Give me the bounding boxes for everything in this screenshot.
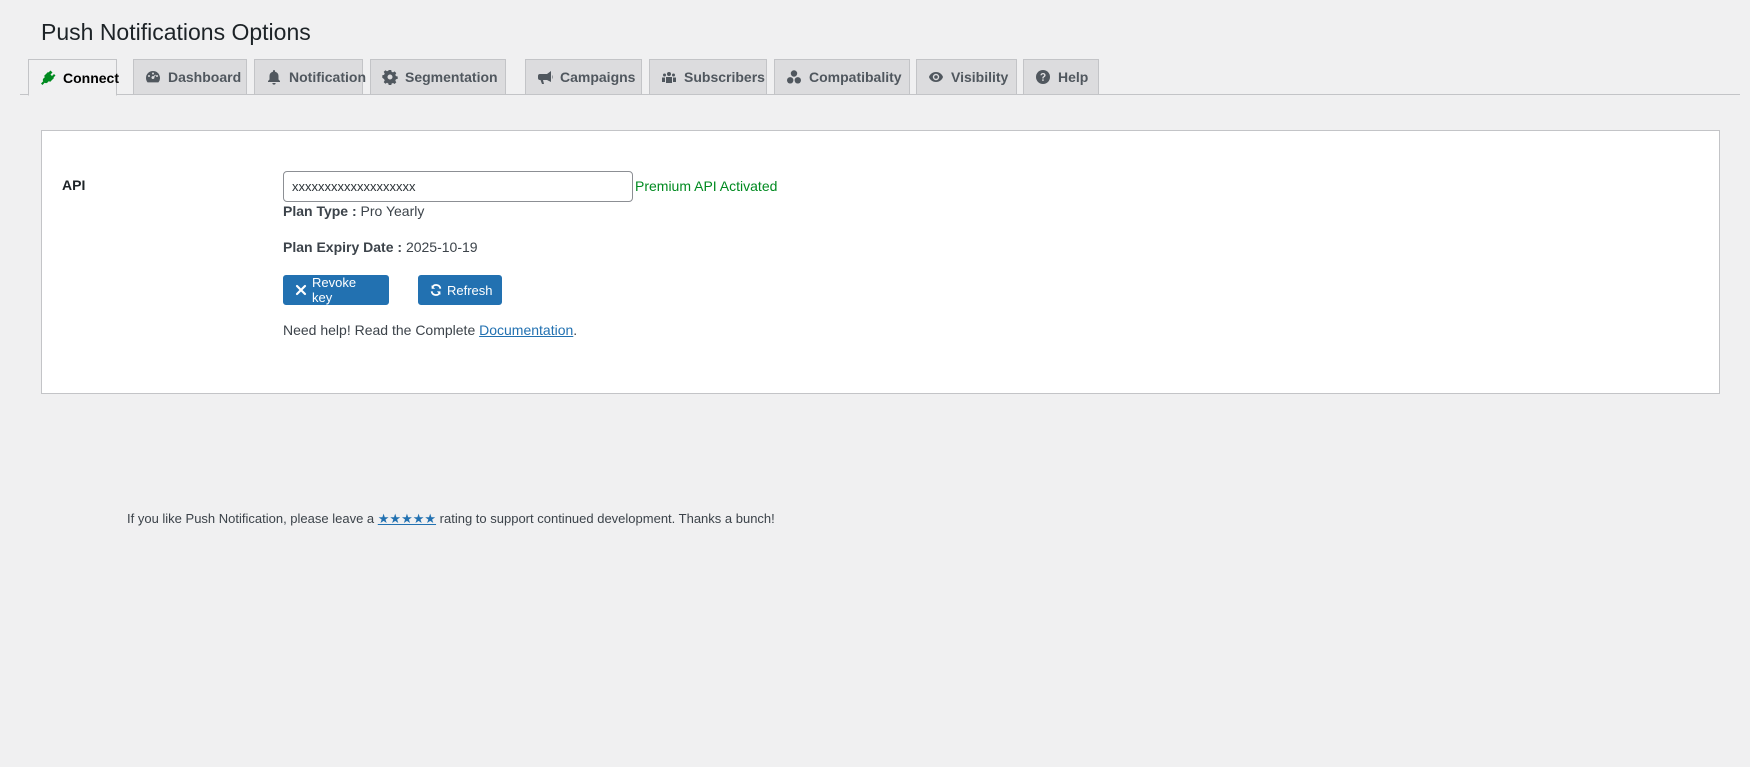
tab-label: Help (1058, 69, 1089, 85)
tab-campaigns[interactable]: Campaigns (525, 59, 642, 95)
plug-icon (40, 70, 56, 86)
api-key-input[interactable] (283, 171, 633, 202)
footer-prefix: If you like Push Notification, please le… (127, 511, 375, 526)
api-status-text: Premium API Activated (635, 178, 778, 194)
plan-type-value: Pro Yearly (360, 203, 425, 219)
plan-type: Plan Type : Pro Yearly (283, 203, 424, 219)
refresh-button[interactable]: Refresh (418, 275, 502, 305)
close-icon (294, 283, 308, 297)
tab-label: Notification (289, 69, 366, 85)
plan-type-label: Plan Type : (283, 203, 357, 219)
help-prefix: Need help! Read the Complete (283, 322, 476, 338)
tab-bar: Connect Dashboard Notification Segmentat… (20, 58, 1740, 96)
circles-icon (786, 69, 802, 85)
connect-panel: API Premium API Activated Plan Type : Pr… (41, 130, 1720, 394)
gear-icon (382, 69, 398, 85)
tab-dashboard[interactable]: Dashboard (133, 59, 247, 95)
tab-label: Dashboard (168, 69, 242, 85)
footer-suffix: rating to support continued development.… (439, 511, 775, 526)
help-suffix: . (573, 322, 578, 338)
documentation-link[interactable]: Documentation (479, 322, 573, 338)
eye-icon (928, 69, 944, 85)
tab-segmentation[interactable]: Segmentation (370, 59, 506, 95)
revoke-key-label: Revoke key (312, 275, 357, 305)
megaphone-icon (537, 69, 553, 85)
dashboard-icon (145, 69, 161, 85)
tab-subscribers[interactable]: Subscribers (649, 59, 767, 95)
help-text: Need help! Read the Complete Documentati… (283, 322, 577, 338)
tab-label: Connect (63, 69, 119, 86)
question-icon (1035, 69, 1051, 85)
refresh-label: Refresh (447, 282, 493, 298)
rating-stars-link[interactable]: ★★★★★ (378, 511, 436, 526)
plan-expiry-label: Plan Expiry Date : (283, 239, 403, 255)
refresh-icon (429, 283, 443, 297)
plan-expiry: Plan Expiry Date : 2025-10-19 (283, 239, 478, 255)
page-title: Push Notifications Options (41, 19, 311, 45)
tab-visibility[interactable]: Visibility (916, 59, 1017, 95)
footer-rating-note: If you like Push Notification, please le… (127, 511, 775, 527)
settings-page: Push Notifications Options Connect Dashb… (0, 0, 1750, 767)
tab-label: Visibility (951, 69, 1009, 85)
revoke-key-button[interactable]: Revoke key (283, 275, 389, 305)
tab-notification[interactable]: Notification (254, 59, 366, 95)
tab-compatibality[interactable]: Compatibality (774, 59, 910, 95)
tab-label: Subscribers (684, 69, 765, 85)
tab-connect[interactable]: Connect (28, 59, 119, 96)
tab-label: Compatibality (809, 69, 902, 85)
tab-help[interactable]: Help (1023, 59, 1099, 95)
tab-label: Campaigns (560, 69, 636, 85)
api-label: API (62, 177, 86, 193)
plan-expiry-value: 2025-10-19 (405, 239, 478, 255)
users-icon (661, 69, 677, 85)
bell-icon (266, 69, 282, 85)
tab-label: Segmentation (405, 69, 498, 85)
